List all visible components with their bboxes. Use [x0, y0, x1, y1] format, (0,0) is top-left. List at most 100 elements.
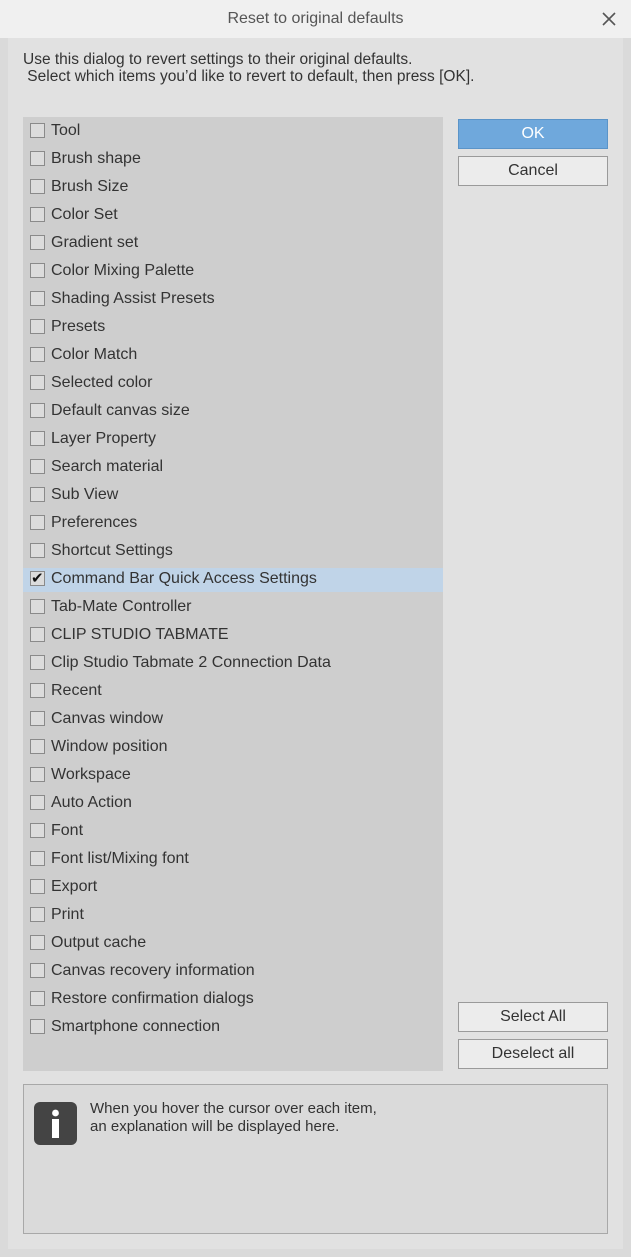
- checklist-item[interactable]: Smartphone connection: [23, 1016, 443, 1040]
- checkbox[interactable]: [30, 935, 45, 950]
- checklist-item[interactable]: Selected color: [23, 372, 443, 396]
- checkbox[interactable]: [30, 879, 45, 894]
- checklist-item-label: Auto Action: [51, 794, 132, 811]
- title-bar: Reset to original defaults: [0, 0, 631, 38]
- checkbox[interactable]: [30, 963, 45, 978]
- checklist-item[interactable]: Restore confirmation dialogs: [23, 988, 443, 1012]
- checkbox[interactable]: [30, 711, 45, 726]
- cancel-button[interactable]: Cancel: [458, 156, 608, 186]
- checkbox[interactable]: [30, 123, 45, 138]
- checkbox[interactable]: [30, 207, 45, 222]
- checkbox[interactable]: [30, 487, 45, 502]
- checkbox[interactable]: ✔: [30, 571, 45, 586]
- checklist-item-label: Default canvas size: [51, 402, 190, 419]
- close-icon: [602, 12, 616, 26]
- close-button[interactable]: [596, 6, 622, 32]
- info-line-2: an explanation will be displayed here.: [90, 1118, 340, 1135]
- checklist-item[interactable]: Recent: [23, 680, 443, 704]
- checklist-item[interactable]: Canvas window: [23, 708, 443, 732]
- checklist-item[interactable]: Color Match: [23, 344, 443, 368]
- checkbox[interactable]: [30, 795, 45, 810]
- checkbox[interactable]: [30, 319, 45, 334]
- checklist-item[interactable]: Tab-Mate Controller: [23, 596, 443, 620]
- checklist-item[interactable]: Search material: [23, 456, 443, 480]
- checkbox[interactable]: [30, 627, 45, 642]
- checklist-item[interactable]: Shading Assist Presets: [23, 288, 443, 312]
- checklist-item[interactable]: Tool: [23, 120, 443, 144]
- checkbox[interactable]: [30, 515, 45, 530]
- checklist-item-label: Layer Property: [51, 430, 156, 447]
- select-all-button[interactable]: Select All: [458, 1002, 608, 1032]
- checklist-item-label: Color Set: [51, 206, 118, 223]
- checklist-item[interactable]: Layer Property: [23, 428, 443, 452]
- checklist-item[interactable]: Preferences: [23, 512, 443, 536]
- checkbox[interactable]: [30, 403, 45, 418]
- checkbox[interactable]: [30, 991, 45, 1006]
- checklist-item[interactable]: Export: [23, 876, 443, 900]
- checklist-item-label: Brush Size: [51, 178, 129, 195]
- checkbox[interactable]: [30, 347, 45, 362]
- checklist-item[interactable]: Brush Size: [23, 176, 443, 200]
- checklist-item[interactable]: Default canvas size: [23, 400, 443, 424]
- checklist-item[interactable]: Workspace: [23, 764, 443, 788]
- checklist-item[interactable]: Gradient set: [23, 232, 443, 256]
- checklist-item[interactable]: Presets: [23, 316, 443, 340]
- checkbox[interactable]: [30, 739, 45, 754]
- checklist-item-label: Shading Assist Presets: [51, 290, 215, 307]
- checklist-item[interactable]: Color Mixing Palette: [23, 260, 443, 284]
- checklist-item-label: Canvas recovery information: [51, 962, 255, 979]
- checkbox[interactable]: [30, 907, 45, 922]
- checklist-item-label: Shortcut Settings: [51, 542, 173, 559]
- checklist-item[interactable]: Sub View: [23, 484, 443, 508]
- checklist-item[interactable]: Output cache: [23, 932, 443, 956]
- ok-button[interactable]: OK: [458, 119, 608, 149]
- checklist-item-label: CLIP STUDIO TABMATE: [51, 626, 229, 643]
- checklist-item-label: Output cache: [51, 934, 147, 951]
- checklist-item-label: Tool: [51, 122, 81, 139]
- checklist-item[interactable]: Canvas recovery information: [23, 960, 443, 984]
- deselect-all-button[interactable]: Deselect all: [458, 1039, 608, 1069]
- checklist-item-label: Clip Studio Tabmate 2 Connection Data: [51, 654, 331, 671]
- info-panel: When you hover the cursor over each item…: [23, 1084, 608, 1234]
- checklist-item-label: Gradient set: [51, 234, 139, 251]
- checkbox[interactable]: [30, 683, 45, 698]
- checklist-item[interactable]: Brush shape: [23, 148, 443, 172]
- checkbox[interactable]: [30, 543, 45, 558]
- checkbox[interactable]: [30, 1019, 45, 1034]
- checkbox[interactable]: [30, 179, 45, 194]
- checklist-item[interactable]: CLIP STUDIO TABMATE: [23, 624, 443, 648]
- checkbox[interactable]: [30, 655, 45, 670]
- checklist-item-label: Font list/Mixing font: [51, 850, 189, 867]
- checklist-item[interactable]: Window position: [23, 736, 443, 760]
- checklist-item[interactable]: Print: [23, 904, 443, 928]
- checklist-item-label: Export: [51, 878, 98, 895]
- checklist-item[interactable]: Color Set: [23, 204, 443, 228]
- checkbox[interactable]: [30, 459, 45, 474]
- checklist-item[interactable]: Shortcut Settings: [23, 540, 443, 564]
- checklist-item[interactable]: Font: [23, 820, 443, 844]
- checklist-item-label: Color Mixing Palette: [51, 262, 195, 279]
- checkbox[interactable]: [30, 235, 45, 250]
- checkmark-icon: ✔: [31, 570, 44, 587]
- checkbox[interactable]: [30, 599, 45, 614]
- checklist-item-label: Font: [51, 822, 84, 839]
- checkbox[interactable]: [30, 431, 45, 446]
- checklist-item-label: Restore confirmation dialogs: [51, 990, 254, 1007]
- checklist-item[interactable]: Clip Studio Tabmate 2 Connection Data: [23, 652, 443, 676]
- checkbox[interactable]: [30, 767, 45, 782]
- checkbox[interactable]: [30, 375, 45, 390]
- intro-text: Use this dialog to revert settings to th…: [23, 51, 613, 85]
- checklist-item[interactable]: ✔ Command Bar Quick Access Settings: [23, 568, 443, 592]
- checkbox[interactable]: [30, 291, 45, 306]
- checklist-item-label: Sub View: [51, 486, 119, 503]
- settings-checklist[interactable]: Tool Brush shape Brush Size Color Set Gradie…: [23, 117, 443, 1071]
- checkbox[interactable]: [30, 151, 45, 166]
- checklist-item[interactable]: Auto Action: [23, 792, 443, 816]
- checkbox[interactable]: [30, 263, 45, 278]
- checkbox[interactable]: [30, 823, 45, 838]
- checklist-item-label: Presets: [51, 318, 106, 335]
- checkbox[interactable]: [30, 851, 45, 866]
- checklist-item[interactable]: Font list/Mixing font: [23, 848, 443, 872]
- checklist-item-label: Workspace: [51, 766, 131, 783]
- intro-line-2: Select which items you’d like to revert …: [23, 68, 475, 85]
